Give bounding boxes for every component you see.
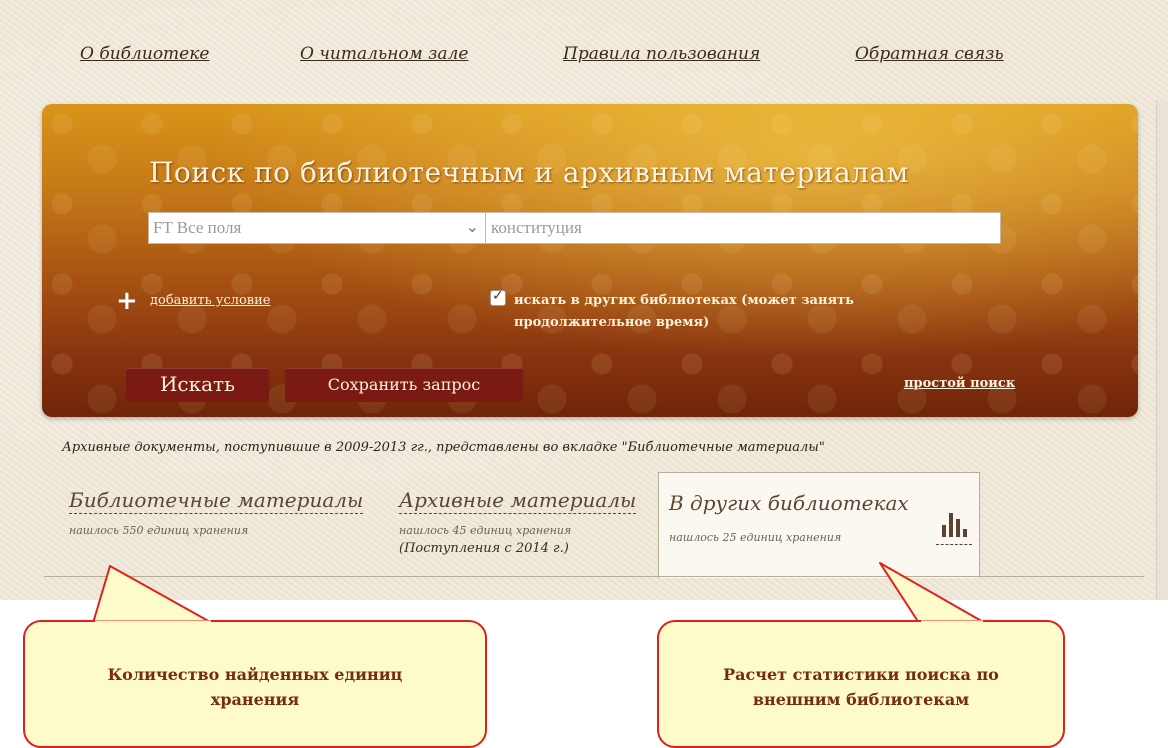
search-other-libraries-label: искать в других библиотеках (может занят… — [514, 293, 854, 330]
tab-library-materials-title: Библиотечные материалы — [69, 488, 364, 514]
nav-usage-rules[interactable]: Правила пользования — [563, 44, 760, 64]
nav-about-reading-room[interactable]: О читальном зале — [300, 44, 468, 64]
tab-other-libraries[interactable]: В других библиотеках нашлось 25 единиц х… — [658, 472, 980, 578]
plus-icon: + — [116, 286, 138, 316]
archive-notice: Архивные документы, поступившие в 2009-2… — [62, 440, 825, 455]
search-panel: Поиск по библиотечным и архивным материа… — [42, 104, 1138, 417]
tab-archive-materials-count: нашлось 45 единиц хранения — [399, 524, 572, 537]
search-button-label: Искать — [159, 372, 236, 396]
tab-library-materials-count: нашлось 550 единиц хранения — [69, 524, 249, 537]
tabs-divider — [44, 576, 1144, 577]
search-field-select-value: FT Все поля — [153, 218, 242, 237]
callout-search-stats: Расчет статистики поиска по внешним библ… — [657, 620, 1065, 748]
bar-chart-icon[interactable] — [936, 505, 972, 545]
search-field-select[interactable]: FT Все поля ⌄ — [148, 212, 486, 244]
callout-search-stats-text: Расчет статистики поиска по внешним библ… — [723, 665, 999, 709]
simple-search-link[interactable]: простой поиск — [904, 376, 1015, 391]
callout-found-items: Количество найденных единиц хранения — [23, 620, 487, 748]
save-query-button-label: Сохранить запрос — [327, 375, 481, 394]
search-query-input[interactable] — [485, 212, 1001, 244]
nav-about-library[interactable]: О библиотеке — [80, 44, 209, 64]
tab-other-libraries-title: В других библиотеках — [669, 491, 909, 515]
top-navigation: О библиотеке О читальном зале Правила по… — [0, 44, 1168, 74]
nav-feedback[interactable]: Обратная связь — [855, 44, 1004, 64]
scrollbar[interactable] — [1156, 100, 1168, 600]
tab-archive-materials-extra: (Поступления с 2014 г.) — [399, 541, 569, 556]
chevron-down-icon: ⌄ — [465, 217, 479, 236]
save-query-button[interactable]: Сохранить запрос — [285, 368, 523, 402]
check-icon: ✓ — [492, 288, 504, 304]
tab-other-libraries-count: нашлось 25 единиц хранения — [669, 531, 842, 544]
search-button[interactable]: Искать — [126, 368, 269, 402]
add-condition-label: добавить условие — [150, 293, 271, 308]
callout-found-items-text: Количество найденных единиц хранения — [107, 665, 403, 709]
search-title: Поиск по библиотечным и архивным материа… — [149, 156, 909, 189]
tab-archive-materials-title: Архивные материалы — [399, 488, 637, 514]
search-other-libraries-checkbox[interactable]: ✓ — [490, 288, 506, 306]
